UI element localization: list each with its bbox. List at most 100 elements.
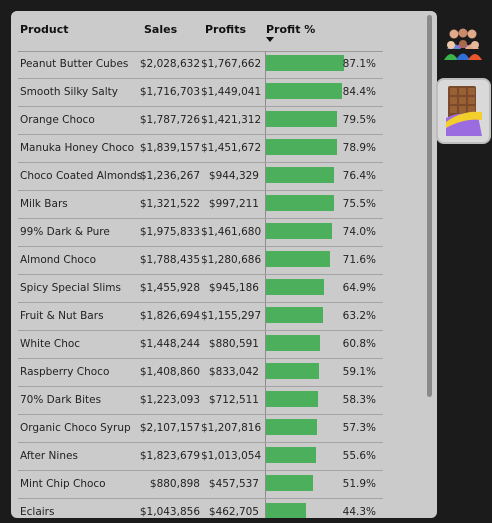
table-row[interactable]: White Choc $1,448,244 $880,591 60.8%: [18, 331, 383, 359]
profits-cell: $1,451,672: [201, 142, 262, 154]
profit-pct-bar: [266, 167, 335, 183]
profit-pct-cell: 74.0%: [342, 226, 376, 238]
table-row[interactable]: 99% Dark & Pure $1,975,833 $1,461,680 74.0%: [18, 219, 383, 247]
table-row[interactable]: Orange Choco $1,787,726 $1,421,312 79.5%: [18, 107, 383, 135]
profit-pct-bar: [266, 307, 323, 323]
profits-cell: $833,042: [208, 366, 259, 378]
profits-cell: $462,705: [208, 506, 259, 518]
profits-cell: $1,767,662: [201, 58, 262, 70]
product-profit-table-panel: Product Sales Profits Profit % Peanut Bu…: [11, 11, 437, 518]
table-row[interactable]: 70% Dark Bites $1,223,093 $712,511 58.3%: [18, 387, 383, 415]
table-body: Peanut Butter Cubes $2,028,632 $1,767,662 8…: [18, 51, 383, 518]
table-row[interactable]: Almond Choco $1,788,435 $1,280,686 71.6%: [18, 247, 383, 275]
profits-cell: $997,211: [208, 198, 259, 210]
profit-pct-bar: [266, 419, 318, 435]
sales-cell: $1,455,928: [139, 282, 200, 294]
profit-pct-cell: 58.3%: [342, 394, 376, 406]
profit-pct-cell: 75.5%: [342, 198, 376, 210]
sales-cell: $1,408,860: [139, 366, 200, 378]
header-profit-pct[interactable]: Profit %: [266, 23, 315, 36]
sales-cell: $1,823,679: [139, 450, 200, 462]
sales-cell: $1,826,694: [139, 310, 200, 322]
product-cell: Manuka Honey Choco: [20, 142, 135, 154]
profits-cell: $1,461,680: [201, 226, 262, 238]
profit-pct-cell: 79.5%: [342, 114, 376, 126]
table-row[interactable]: Milk Bars $1,321,522 $997,211 75.5%: [18, 191, 383, 219]
profit-pct-bar: [266, 335, 321, 351]
profit-pct-cell: 55.6%: [342, 450, 376, 462]
sales-cell: $2,107,157: [139, 422, 200, 434]
profit-pct-cell: 76.4%: [342, 170, 376, 182]
profit-pct-cell: 60.8%: [342, 338, 376, 350]
profit-pct-bar: [266, 279, 325, 295]
profit-pct-bar: [266, 475, 313, 491]
profit-pct-cell: 71.6%: [342, 254, 376, 266]
sales-cell: $1,321,522: [139, 198, 200, 210]
header-product[interactable]: Product: [20, 23, 69, 36]
sales-cell: $1,223,093: [139, 394, 200, 406]
product-cell: Choco Coated Almonds: [20, 170, 143, 182]
profits-cell: $1,013,054: [201, 450, 262, 462]
sales-cell: $1,975,833: [139, 226, 200, 238]
table-row[interactable]: Manuka Honey Choco $1,839,157 $1,451,672 78…: [18, 135, 383, 163]
product-cell: White Choc: [20, 338, 81, 350]
header-profits[interactable]: Profits: [205, 23, 246, 36]
table-row[interactable]: Organic Choco Syrup $2,107,157 $1,207,816 5…: [18, 415, 383, 443]
profit-pct-bar: [266, 447, 316, 463]
table-row[interactable]: After Nines $1,823,679 $1,013,054 55.6%: [18, 443, 383, 471]
profits-cell: $712,511: [208, 394, 259, 406]
sales-cell: $1,839,157: [139, 142, 200, 154]
product-cell: Milk Bars: [20, 198, 68, 210]
sales-cell: $1,448,244: [139, 338, 200, 350]
profit-pct-cell: 64.9%: [342, 282, 376, 294]
profit-pct-bar: [266, 363, 319, 379]
sales-cell: $1,716,703: [139, 86, 200, 98]
profit-pct-cell: 44.3%: [342, 506, 376, 518]
profit-pct-cell: 57.3%: [342, 422, 376, 434]
profits-cell: $945,186: [208, 282, 259, 294]
table-row[interactable]: Mint Chip Choco $880,898 $457,537 51.9%: [18, 471, 383, 499]
product-cell: Orange Choco: [20, 114, 95, 126]
chocolate-icon: [446, 86, 482, 136]
product-cell: Organic Choco Syrup: [20, 422, 131, 434]
vertical-scrollbar[interactable]: [427, 15, 432, 397]
sales-cell: $1,236,267: [139, 170, 200, 182]
profits-cell: $1,207,816: [201, 422, 262, 434]
profit-pct-cell: 59.1%: [342, 366, 376, 378]
table-row[interactable]: Peanut Butter Cubes $2,028,632 $1,767,662 8…: [18, 51, 383, 79]
profit-pct-bar: [266, 139, 337, 155]
profits-cell: $1,155,297: [201, 310, 262, 322]
profit-pct-bar: [266, 83, 342, 99]
product-cell: Almond Choco: [20, 254, 97, 266]
people-icon[interactable]: [443, 27, 483, 61]
product-cell: Eclairs: [20, 506, 55, 518]
sales-cell: $1,043,856: [139, 506, 200, 518]
header-sales[interactable]: Sales: [144, 23, 177, 36]
profit-pct-bar: [266, 111, 338, 127]
product-cell: Mint Chip Choco: [20, 478, 106, 490]
profit-pct-bar: [266, 55, 344, 71]
product-cell: Raspberry Choco: [20, 366, 110, 378]
table-row[interactable]: Fruit & Nut Bars $1,826,694 $1,155,297 63.2…: [18, 303, 383, 331]
profits-cell: $457,537: [208, 478, 259, 490]
table-row[interactable]: Smooth Silky Salty $1,716,703 $1,449,041 84…: [18, 79, 383, 107]
table-row[interactable]: Raspberry Choco $1,408,860 $833,042 59.1%: [18, 359, 383, 387]
sort-descending-icon[interactable]: [266, 37, 274, 42]
profit-pct-bar: [266, 223, 333, 239]
profits-cell: $1,421,312: [201, 114, 262, 126]
table-row[interactable]: Choco Coated Almonds $1,236,267 $944,329 76…: [18, 163, 383, 191]
chocolate-tab[interactable]: [436, 78, 491, 144]
product-cell: Fruit & Nut Bars: [20, 310, 104, 322]
product-cell: After Nines: [20, 450, 78, 462]
profits-cell: $1,449,041: [201, 86, 262, 98]
profit-pct-cell: 84.4%: [342, 86, 376, 98]
profit-pct-bar: [266, 391, 319, 407]
table-header: Product Sales Profits Profit %: [18, 11, 383, 52]
profit-pct-cell: 87.1%: [342, 58, 376, 70]
profit-pct-bar: [266, 195, 334, 211]
profit-pct-cell: 78.9%: [342, 142, 376, 154]
product-cell: 70% Dark Bites: [20, 394, 102, 406]
table-row[interactable]: Spicy Special Slims $1,455,928 $945,186 64.…: [18, 275, 383, 303]
table-row[interactable]: Eclairs $1,043,856 $462,705 44.3%: [18, 499, 383, 518]
product-cell: Spicy Special Slims: [20, 282, 121, 294]
